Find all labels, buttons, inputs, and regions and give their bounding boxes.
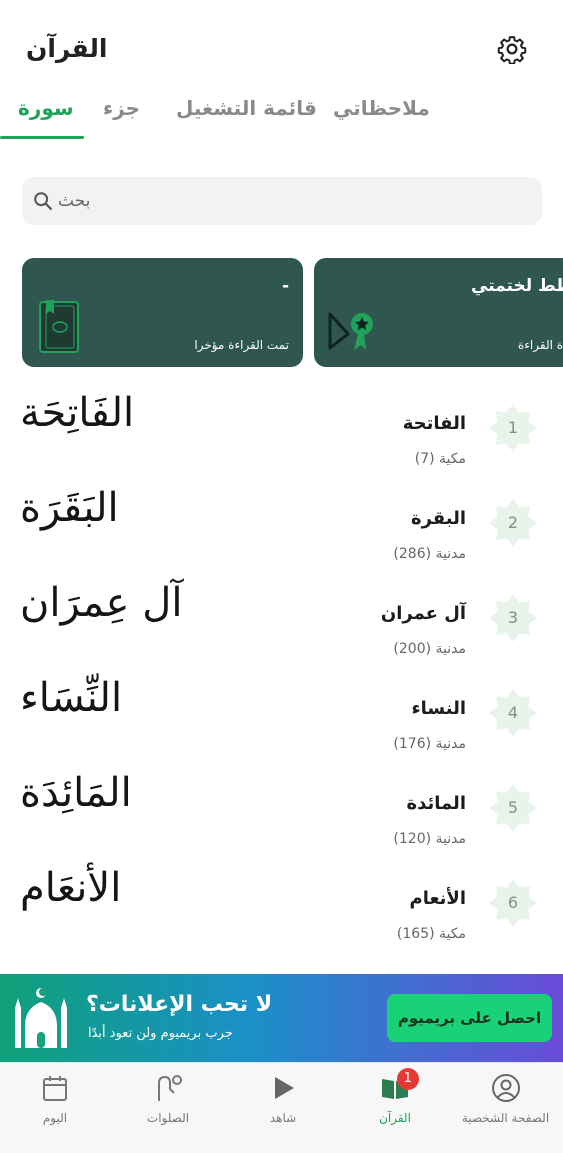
bottom-nav: الصفحة الشخصية 1 القرآن شاهد الصلوات الي… [0, 1062, 563, 1153]
header: القرآن [0, 0, 563, 100]
surah-number: 5 [507, 798, 519, 817]
nav-label-profile: الصفحة الشخصية [461, 1111, 550, 1125]
khatm-plan-title: طط لختمتي [471, 276, 563, 296]
surah-meta: مدنية (200) [393, 641, 466, 657]
surah-calligraphy: البَقَرَة [20, 485, 119, 531]
list-item[interactable]: البَقَرَة البقرة مدنية (286) 2 [0, 475, 563, 570]
ribbon-badge-icon [328, 312, 373, 350]
surah-number: 4 [507, 703, 519, 722]
search-icon[interactable] [32, 190, 54, 212]
surah-name: النساء [411, 698, 466, 719]
surah-meta: مكية (7) [414, 451, 466, 467]
tab-bar: سورة جزء قائمة التشغيل ملاحظاتي [0, 96, 563, 142]
nav-item-today[interactable]: اليوم [10, 1063, 100, 1153]
profile-icon [491, 1074, 520, 1102]
surah-name: الأنعام [409, 888, 466, 909]
notification-badge: 1 [396, 1068, 419, 1090]
nav-item-watch[interactable]: شاهد [238, 1063, 328, 1153]
list-item[interactable]: النِّسَاء النساء مدنية (176) 4 [0, 665, 563, 760]
search-input[interactable] [58, 177, 518, 225]
calendar-icon [43, 1076, 67, 1101]
last-read-title: - [281, 276, 289, 296]
khatm-plan-card[interactable]: طط لختمتي ة القراءة [314, 258, 563, 367]
surah-calligraphy: المَائِدَة [20, 770, 132, 816]
surah-calligraphy: الفَاتِحَة [20, 390, 135, 436]
nav-label-quran: القرآن [379, 1111, 411, 1125]
surah-number: 1 [507, 418, 519, 437]
tab-playlist[interactable]: قائمة التشغيل [176, 96, 317, 120]
surah-name: آل عمران [380, 603, 466, 624]
surah-calligraphy: النِّسَاء [20, 675, 123, 721]
tab-surah[interactable]: سورة [18, 96, 74, 120]
surah-calligraphy: آل عِمرَان [20, 580, 183, 626]
prayer-icon [158, 1075, 182, 1101]
surah-name: المائدة [406, 793, 466, 814]
list-item[interactable]: الأنعَام الأنعام مكية (165) 6 [0, 855, 563, 950]
mosque-icon [15, 988, 67, 1048]
surah-meta: مدنية (120) [393, 831, 466, 847]
list-item[interactable]: آل عِمرَان آل عمران مدنية (200) 3 [0, 570, 563, 665]
surah-name: الفاتحة [402, 413, 466, 434]
banner-subtitle: جرب بريميوم ولن تعود أبدًا [88, 1026, 233, 1041]
play-icon [275, 1077, 294, 1099]
surah-name: البقرة [410, 508, 466, 529]
gear-icon[interactable] [497, 34, 527, 64]
quran-book-icon [39, 300, 79, 353]
tab-juz[interactable]: جزء [103, 96, 140, 120]
surah-meta: مدنية (176) [393, 736, 466, 752]
nav-label-prayers: الصلوات [146, 1111, 190, 1125]
nav-item-profile[interactable]: الصفحة الشخصية [448, 1063, 563, 1153]
surah-number: 6 [507, 893, 519, 912]
last-read-subtitle: تمت القراءة مؤخرا [194, 338, 289, 352]
list-item[interactable]: المَائِدَة المائدة مدنية (120) 5 [0, 760, 563, 855]
nav-label-watch: شاهد [269, 1111, 297, 1125]
khatm-plan-subtitle: ة القراءة [518, 338, 563, 352]
page-title: القرآن [26, 34, 108, 63]
get-premium-button[interactable]: احصل على بريميوم [387, 994, 552, 1042]
nav-item-quran[interactable]: 1 القرآن [350, 1063, 440, 1153]
banner-title: لا تحب الإعلانات؟ [86, 992, 273, 1017]
surah-calligraphy: الأنعَام [20, 865, 122, 911]
search-bar [22, 177, 542, 225]
last-read-card[interactable]: - تمت القراءة مؤخرا [22, 258, 303, 367]
premium-banner[interactable]: لا تحب الإعلانات؟ جرب بريميوم ولن تعود أ… [0, 974, 563, 1062]
surah-number: 3 [507, 608, 519, 627]
active-tab-indicator [0, 136, 84, 139]
nav-label-today: اليوم [42, 1111, 68, 1125]
tab-my-notes[interactable]: ملاحظاتي [333, 96, 430, 120]
nav-item-prayers[interactable]: الصلوات [123, 1063, 213, 1153]
surah-meta: مكية (165) [396, 926, 466, 942]
list-item[interactable]: الفَاتِحَة الفاتحة مكية (7) 1 [0, 380, 563, 475]
surah-meta: مدنية (286) [393, 546, 466, 562]
surah-number: 2 [507, 513, 519, 532]
